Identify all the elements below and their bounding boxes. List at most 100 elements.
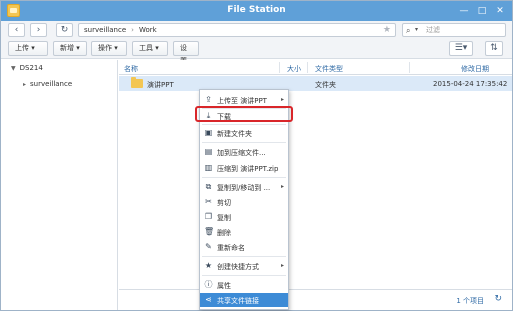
menu-item-label: 加到压缩文件... xyxy=(217,149,266,157)
menu-item-compress-zip[interactable]: ▥ 压缩到 演讲PPT.zip xyxy=(200,161,288,175)
menu-divider xyxy=(202,124,286,125)
shortcut-icon: ★ xyxy=(204,261,213,270)
menu-item-label: 重新命名 xyxy=(217,244,245,252)
menu-item-label: 新建文件夹 xyxy=(217,130,252,138)
sort-button[interactable]: ⇅ xyxy=(485,41,503,56)
favorite-star-icon[interactable]: ★ xyxy=(383,24,391,36)
maximize-icon[interactable]: □ xyxy=(476,5,488,17)
upload-button[interactable]: 上传 ▾ xyxy=(8,41,48,56)
menu-item-label: 上传至 演讲PPT xyxy=(217,97,267,105)
navigation-bar: ‹ › ↻ surveillance › Work ★ ⌕ ▾ 过滤 xyxy=(1,21,512,39)
file-type: 文件夹 xyxy=(315,81,336,89)
new-button[interactable]: 新增 ▾ xyxy=(53,41,87,56)
chevron-down-icon[interactable]: ▾ xyxy=(415,24,418,36)
cut-icon: ✂ xyxy=(205,197,212,206)
search-icon: ⌕ xyxy=(406,26,411,35)
menu-item-label: 共享文件链接 xyxy=(217,297,259,305)
minimize-icon[interactable]: — xyxy=(458,5,470,17)
window-controls: — □ ✕ xyxy=(458,5,506,17)
refresh-icon: ↻ xyxy=(60,25,69,35)
list-view-icon: ☰▾ xyxy=(454,43,468,53)
column-type[interactable]: 文件类型 xyxy=(315,64,343,74)
tools-button[interactable]: 工具 ▾ xyxy=(132,41,168,56)
chevron-left-icon: ‹ xyxy=(14,25,19,35)
copy-move-icon: ⧉ xyxy=(205,182,212,191)
menu-item-copy[interactable]: ❐ 复制 xyxy=(200,210,288,224)
expand-triangle-icon[interactable]: ▼ xyxy=(11,65,16,72)
search-placeholder: 过滤 xyxy=(426,26,440,34)
menu-divider xyxy=(202,275,286,276)
delete-icon: 🗑 xyxy=(204,227,215,236)
menu-item-delete[interactable]: 🗑 删除 xyxy=(200,225,288,239)
refresh-button[interactable]: ↻ xyxy=(56,23,73,37)
sidebar-tree: ▼ DS214 ▸ surveillance xyxy=(1,60,118,310)
share-icon: ⋖ xyxy=(205,295,212,304)
window-title: File Station xyxy=(227,5,286,15)
search-input[interactable]: ⌕ ▾ 过滤 xyxy=(402,23,506,37)
settings-button[interactable]: 设置 xyxy=(173,41,199,65)
menu-item-copy-move-to[interactable]: ⧉ 复制到/移动到 ... ▸ xyxy=(200,180,288,194)
table-row[interactable]: 演讲PPT 文件夹 2015-04-24 17:35:42 xyxy=(119,76,512,91)
column-name[interactable]: 名称 xyxy=(124,64,138,74)
toolbar: 上传 ▾ 新增 ▾ 操作 ▾ 工具 ▾ 设置 ☰▾ ⇅ xyxy=(1,39,512,65)
archive-icon: ▤ xyxy=(204,147,213,156)
column-divider xyxy=(409,62,410,73)
tree-node-surveillance[interactable]: ▸ surveillance xyxy=(23,80,72,88)
menu-item-create-shortcut[interactable]: ★ 创建快捷方式 ▸ xyxy=(200,259,288,273)
menu-item-label: 创建快捷方式 xyxy=(217,263,259,271)
back-button[interactable]: ‹ xyxy=(8,23,25,37)
column-size[interactable]: 大小 xyxy=(287,64,301,74)
menu-item-share-link[interactable]: ⋖ 共享文件链接 xyxy=(200,293,288,307)
folder-icon xyxy=(131,77,143,88)
new-folder-icon: ▣ xyxy=(204,128,213,137)
status-footer: 1 个项目 ↻ xyxy=(119,289,512,310)
refresh-icon[interactable]: ↻ xyxy=(494,294,502,304)
submenu-arrow-icon: ▸ xyxy=(280,262,284,269)
close-icon[interactable]: ✕ xyxy=(494,5,506,17)
column-header: 名称 大小 文件类型 修改日期 xyxy=(119,60,512,75)
path-segment[interactable]: surveillance xyxy=(84,26,126,34)
menu-item-label: 删除 xyxy=(217,229,231,237)
menu-item-label: 复制 xyxy=(217,214,231,222)
menu-item-add-to-archive[interactable]: ▤ 加到压缩文件... xyxy=(200,145,288,159)
menu-divider xyxy=(202,177,286,178)
file-name: 演讲PPT xyxy=(147,81,174,89)
forward-button[interactable]: › xyxy=(30,23,47,37)
upload-icon: ⇪ xyxy=(205,95,212,104)
chevron-right-icon: › xyxy=(36,25,41,35)
column-divider xyxy=(307,62,308,73)
menu-item-label: 剪切 xyxy=(217,199,231,207)
file-list-panel: 名称 大小 文件类型 修改日期 演讲PPT 文件夹 2015-04-24 17:… xyxy=(119,60,512,310)
action-button[interactable]: 操作 ▾ xyxy=(91,41,127,56)
zip-icon: ▥ xyxy=(204,163,213,172)
menu-item-upload-to[interactable]: ⇪ 上传至 演讲PPT ▸ xyxy=(200,93,288,107)
path-segment[interactable]: Work xyxy=(139,26,157,34)
path-bar[interactable]: surveillance › Work ★ xyxy=(78,23,396,37)
tree-node-label: DS214 xyxy=(19,64,43,72)
tree-node-ds214[interactable]: ▼ DS214 xyxy=(11,64,43,72)
submenu-arrow-icon: ▸ xyxy=(280,183,284,190)
menu-divider xyxy=(202,256,286,257)
path-separator-icon: › xyxy=(131,26,134,34)
item-count: 1 个项目 xyxy=(456,297,484,305)
menu-divider xyxy=(202,142,286,143)
title-bar: File Station — □ ✕ xyxy=(1,1,512,21)
copy-icon: ❐ xyxy=(204,212,213,221)
menu-item-label: 压缩到 演讲PPT.zip xyxy=(217,165,279,173)
menu-item-label: 属性 xyxy=(217,282,231,290)
sort-icon: ⇅ xyxy=(490,43,498,53)
collapse-triangle-icon[interactable]: ▸ xyxy=(23,81,26,88)
menu-item-label: 复制到/移动到 ... xyxy=(217,184,271,192)
file-modified: 2015-04-24 17:35:42 xyxy=(433,80,508,88)
menu-item-properties[interactable]: ⓘ 属性 xyxy=(200,278,288,292)
menu-item-new-folder[interactable]: ▣ 新建文件夹 xyxy=(200,126,288,140)
menu-item-rename[interactable]: ✎ 重新命名 xyxy=(200,240,288,254)
download-highlight-outline xyxy=(195,106,293,122)
submenu-arrow-icon: ▸ xyxy=(280,96,284,103)
column-modified[interactable]: 修改日期 xyxy=(461,64,489,74)
list-view-button[interactable]: ☰▾ xyxy=(449,41,473,56)
info-icon: ⓘ xyxy=(204,280,213,289)
tree-node-label: surveillance xyxy=(30,80,73,88)
context-menu: ⇪ 上传至 演讲PPT ▸ ⤓ 下载 ▣ 新建文件夹 ▤ 加到压缩文件... ▥… xyxy=(199,89,289,310)
menu-item-cut[interactable]: ✂ 剪切 xyxy=(200,195,288,209)
